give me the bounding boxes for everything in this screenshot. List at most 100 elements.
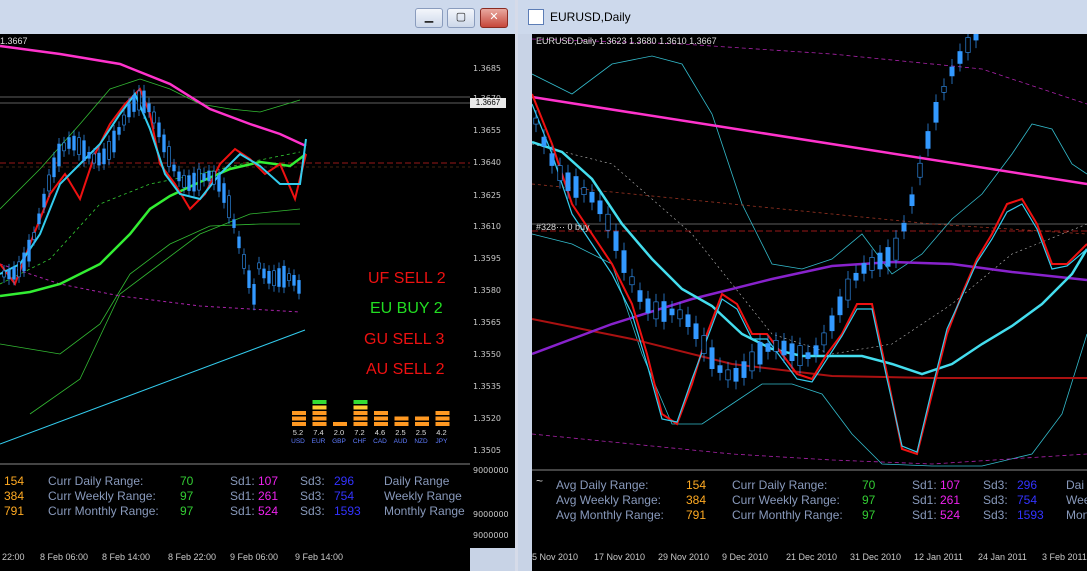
candle [973, 34, 979, 41]
left-chart-canvas [0, 44, 470, 465]
meter-block [312, 405, 327, 410]
current-price-box: 1.3667 [470, 98, 506, 108]
candle [127, 103, 131, 118]
candle [7, 269, 11, 280]
right-chart-canvas [532, 34, 1087, 471]
stat-curr-label: Curr Weekly Range: [48, 489, 156, 503]
chart-window-icon [528, 9, 544, 25]
stat-range-label: Wee [1066, 493, 1087, 507]
candle [97, 152, 101, 166]
candle [182, 175, 186, 188]
stat-avg: 384 [686, 493, 707, 507]
meter-currency: CAD [373, 438, 387, 445]
price-tick: 1.3565 [473, 318, 501, 327]
meter-block [312, 422, 327, 426]
stat-sd1: 524 [940, 508, 961, 522]
candle [77, 137, 81, 155]
candle [933, 102, 939, 123]
candle [217, 174, 221, 192]
stat-avg: 154 [686, 478, 707, 492]
candle [47, 174, 51, 192]
candle [272, 270, 276, 287]
right-window-titlebar[interactable]: EURUSD,Daily [518, 0, 1087, 34]
maximize-button[interactable]: ▢ [447, 8, 475, 28]
price-tick: 9000000 [473, 510, 509, 519]
meter-value: 2.5 [415, 428, 427, 437]
candle [733, 368, 739, 382]
price-tick: 9000000 [473, 466, 509, 475]
candle [813, 345, 819, 355]
candle [152, 111, 156, 124]
candle [901, 222, 907, 232]
meter-currency: GBP [332, 438, 346, 445]
candle [192, 172, 196, 192]
candle [797, 345, 803, 366]
meter-block [312, 411, 327, 415]
left-price-chart[interactable]: 1.3667 UF SELL 2 EU BUY 2 GU SELL 3 AU S… [0, 34, 470, 548]
left-window-titlebar[interactable]: ▁ ▢ ✕ [0, 0, 515, 34]
stat-sd3-label: Sd3: [300, 489, 325, 503]
candle [885, 247, 891, 267]
left-chart-label: 1.3667 [0, 36, 28, 46]
price-tick: 1.3640 [473, 158, 501, 167]
candle [57, 143, 61, 167]
candle [207, 170, 211, 182]
candle [187, 175, 191, 191]
price-tick: 1.3685 [473, 64, 501, 73]
candle [247, 270, 251, 288]
candle [267, 270, 271, 284]
candle [909, 194, 915, 207]
meter-currency: NZD [414, 438, 428, 445]
left-price-scale[interactable]: 1.36851.36701.36551.36401.36251.36101.35… [470, 34, 515, 548]
candle [597, 200, 603, 215]
stat-sd1-label: Sd1: [912, 493, 937, 507]
stat-sd3: 296 [334, 474, 355, 488]
candle [162, 134, 166, 153]
time-tick: 9 Feb 06:00 [230, 552, 279, 562]
price-tick: 1.3610 [473, 222, 501, 231]
stat-range-label: Daily Range [384, 474, 450, 488]
meter-value: 5.2 [292, 428, 304, 437]
candle [137, 90, 141, 111]
candle [709, 347, 715, 369]
price-tick: 1.3550 [473, 350, 501, 359]
candle [277, 268, 281, 287]
candle [557, 165, 563, 181]
close-button[interactable]: ✕ [480, 8, 508, 28]
candle [549, 153, 555, 166]
right-price-chart[interactable]: EURUSD,Daily 1.3623 1.3680 1.3610 1.3667… [532, 34, 1087, 548]
stat-range-label: Mon [1066, 508, 1087, 522]
meter-value: 4.6 [374, 428, 386, 437]
candle [941, 86, 947, 93]
minimize-button[interactable]: ▁ [415, 8, 443, 28]
meter-block [415, 416, 429, 421]
stat-sd3: 1593 [1017, 508, 1044, 522]
price-tick: 1.3595 [473, 254, 501, 263]
candle [749, 351, 755, 372]
candle [949, 66, 955, 77]
candle [212, 170, 216, 185]
right-chart-window[interactable]: EURUSD,Daily EURUSD,Daily 1.3623 1.3680 … [518, 0, 1087, 571]
candle [227, 195, 231, 219]
candle [533, 117, 539, 125]
stat-range-label: Monthly Range [384, 504, 465, 518]
right-chart-label: EURUSD,Daily 1.3623 1.3680 1.3610 1.3667 [536, 36, 717, 46]
meter-block [292, 416, 306, 421]
stat-curr: 97 [180, 504, 194, 518]
meter-value: 7.2 [354, 428, 365, 437]
stat-sd1-label: Sd1: [230, 504, 255, 518]
candle [605, 213, 611, 231]
stat-curr: 97 [862, 508, 876, 522]
stat-curr-label: Curr Monthly Range: [732, 508, 843, 522]
left-chart-window[interactable]: ▁ ▢ ✕ 1.3667 UF SELL 2 EU BUY 2 GU SELL … [0, 0, 515, 571]
stat-curr-label: Curr Daily Range: [48, 474, 144, 488]
meter-value: 7.4 [313, 428, 324, 437]
meter-block [435, 422, 450, 426]
stat-sd3-label: Sd3: [983, 508, 1008, 522]
meter-currency: USD [291, 438, 305, 445]
candle [117, 127, 121, 135]
meter-block [353, 416, 368, 421]
candle [685, 314, 691, 328]
price-tick: 1.3505 [473, 446, 501, 455]
tilde-mark: ~ [536, 474, 544, 488]
